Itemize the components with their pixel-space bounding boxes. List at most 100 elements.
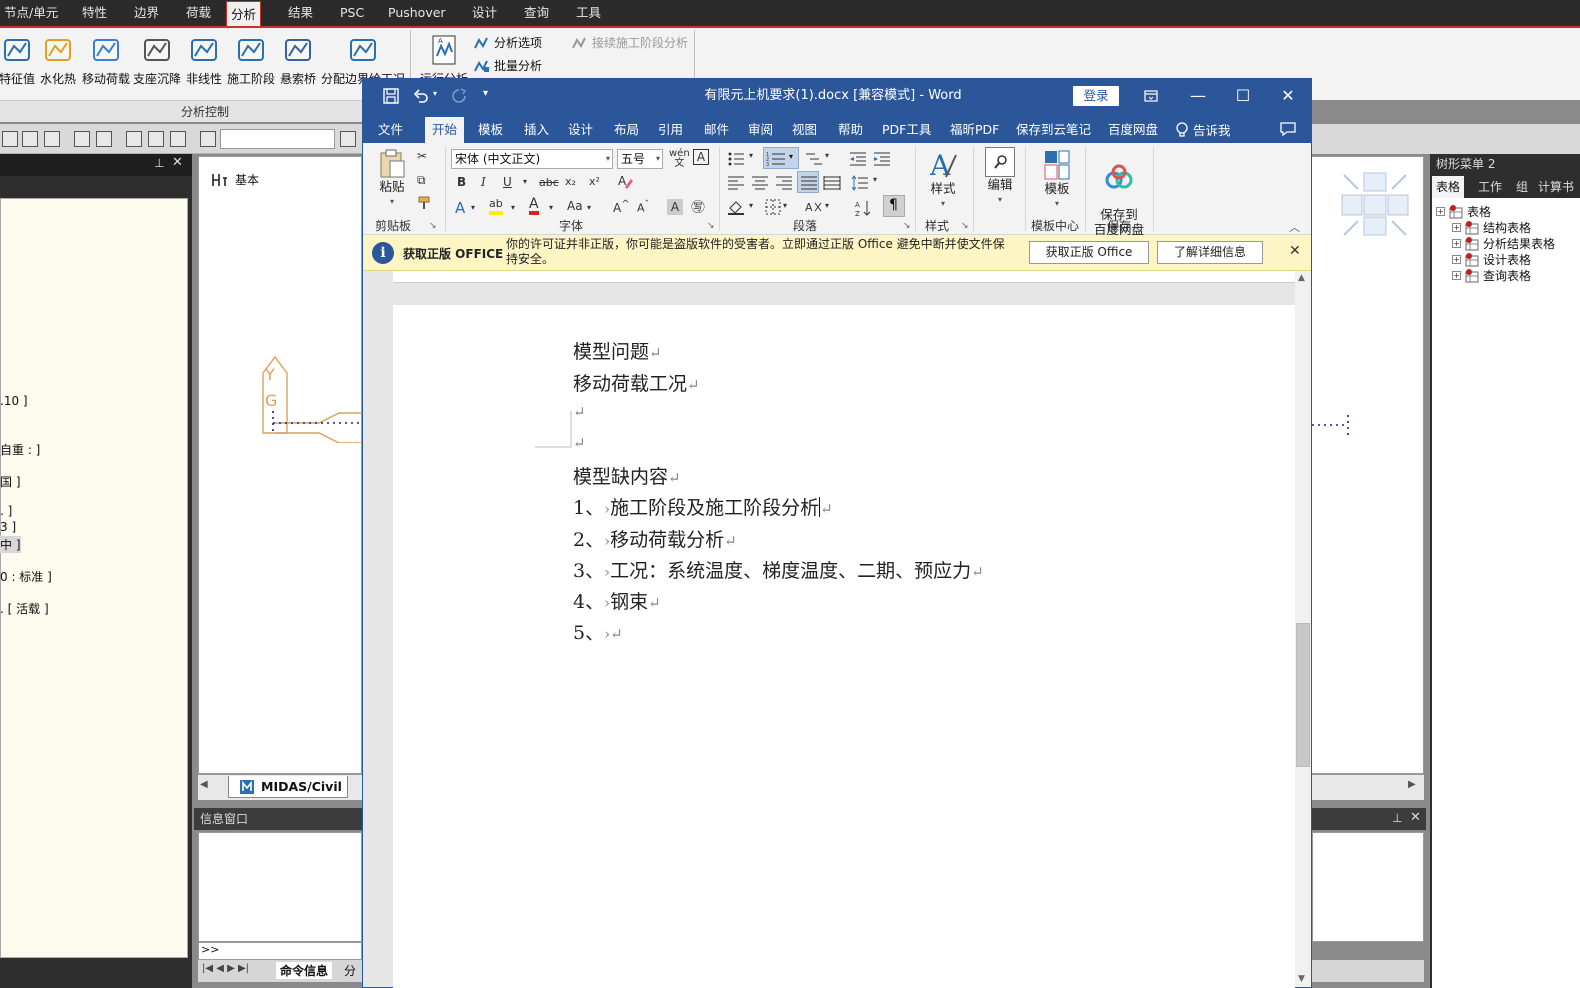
unselect-all-icon[interactable] <box>170 131 186 147</box>
right-tab-2[interactable]: 组 <box>1512 176 1532 198</box>
minimize-icon[interactable]: — <box>1175 79 1221 113</box>
midas-tab-8[interactable]: 设计 <box>468 0 501 26</box>
save-icon[interactable] <box>383 88 399 104</box>
word-tab-5[interactable]: 布局 <box>607 117 646 143</box>
midas-tab-0[interactable]: 节点/单元 <box>0 0 62 26</box>
expand-icon[interactable]: + <box>1452 255 1461 264</box>
font-color-icon[interactable]: A <box>529 197 539 215</box>
midas-tool-3[interactable]: 支座沉降 <box>132 32 182 98</box>
sort-icon[interactable]: AZ <box>855 199 873 217</box>
right-tab-3[interactable]: 计算书 <box>1534 176 1578 198</box>
view-cube-icon[interactable] <box>1340 171 1412 239</box>
cut-icon[interactable]: ✂ <box>417 149 427 163</box>
pin-icon[interactable]: ⊥ <box>1392 811 1402 825</box>
close-icon[interactable]: ✕ <box>1289 243 1301 259</box>
document-paragraph[interactable]: ↵ <box>573 400 586 422</box>
word-tab-9[interactable]: 视图 <box>785 117 824 143</box>
scroll-down-icon[interactable]: ▼ <box>1298 974 1305 984</box>
chevron-down-icon[interactable]: ▾ <box>825 151 829 160</box>
document-paragraph[interactable]: 模型缺内容↵ <box>573 462 681 489</box>
select-icon[interactable] <box>2 131 18 147</box>
document-paragraph[interactable]: 1、›施工阶段及施工阶段分析↵ <box>573 493 833 520</box>
pointer-icon[interactable] <box>200 131 216 147</box>
customize-qat-icon[interactable]: ▾ <box>483 88 488 99</box>
works-tree-item[interactable]: 自重 : ] <box>0 441 40 458</box>
superscript-icon[interactable]: x² <box>589 175 600 188</box>
document-paragraph[interactable]: 2、›移动荷载分析↵ <box>573 525 737 552</box>
chevron-down-icon[interactable]: ▾ <box>549 203 553 212</box>
document-paragraph[interactable]: 3、›工况：系统温度、梯度温度、二期、预应力↵ <box>573 556 984 583</box>
copy-icon[interactable]: ⧉ <box>417 173 426 188</box>
document-paragraph[interactable]: 4、›钢束↵ <box>573 587 661 614</box>
midas-tool-5[interactable]: 施工阶段 <box>226 32 276 98</box>
midas-tab-5[interactable]: 结果 <box>284 0 317 26</box>
font-size-combo[interactable]: 五号 ▾ <box>617 149 663 169</box>
increase-indent-icon[interactable] <box>873 151 891 167</box>
scroll-right-icon[interactable]: ▶ <box>1408 779 1416 790</box>
align-right-icon[interactable] <box>775 175 793 191</box>
close-icon[interactable]: ✕ <box>1265 79 1311 113</box>
collapse-ribbon-icon[interactable]: ︿ <box>1289 219 1300 235</box>
word-tab-1[interactable]: 开始 <box>425 117 465 143</box>
change-case-icon[interactable]: Aa <box>567 199 583 213</box>
grow-font-icon[interactable]: A^ <box>613 199 630 215</box>
close-icon[interactable]: ✕ <box>1410 810 1421 825</box>
tab-nav-icon[interactable]: |◀ ◀ ▶ ▶| <box>202 963 249 974</box>
chevron-down-icon[interactable]: ▾ <box>873 175 877 184</box>
maximize-icon[interactable]: ☐ <box>1220 79 1266 113</box>
align-left-icon[interactable] <box>727 175 745 191</box>
word-tab-8[interactable]: 审阅 <box>741 117 780 143</box>
undo-icon[interactable] <box>413 88 429 104</box>
tree-node[interactable]: + 结构表格 <box>1452 219 1531 236</box>
model-view[interactable]: 基本 Y G <box>198 156 363 774</box>
midas-civil-tab[interactable]: MIDAS/Civil <box>228 776 348 798</box>
scroll-up-icon[interactable]: ▲ <box>1298 273 1305 283</box>
continue-construction-stage-button[interactable]: 接续施工阶段分析 <box>572 34 688 51</box>
font-name-combo[interactable]: 宋体 (中文正文) ▾ <box>451 149 613 169</box>
enclose-char-icon[interactable]: ㊢ <box>691 197 705 217</box>
chevron-down-icon[interactable]: ▾ <box>749 151 753 160</box>
works-tree-item[interactable]: .10 ] <box>0 394 28 408</box>
polygon-select-icon[interactable] <box>44 131 60 147</box>
midas-tab-10[interactable]: 工具 <box>572 0 605 26</box>
close-icon[interactable]: ✕ <box>172 155 183 170</box>
login-button[interactable]: 登录 <box>1073 86 1119 106</box>
styles-button[interactable]: A 样式 ▾ <box>923 149 963 211</box>
midas-tab-2[interactable]: 边界 <box>130 0 163 26</box>
align-center-icon[interactable] <box>751 175 769 191</box>
midas-tab-6[interactable]: PSC <box>336 0 368 26</box>
pin-icon[interactable]: ⊥ <box>154 156 164 170</box>
filter-icon[interactable] <box>340 131 356 147</box>
numbering-button[interactable]: 123 ▾ <box>763 147 799 169</box>
batch-analysis-button[interactable]: 批量分析 <box>474 57 542 74</box>
justify-button[interactable] <box>797 171 819 193</box>
chevron-down-icon[interactable]: ▾ <box>825 201 829 210</box>
undo-dropdown-icon[interactable]: ▾ <box>433 89 437 98</box>
chinese-layout-icon[interactable]: A <box>805 199 823 215</box>
subscript-icon[interactable]: x₂ <box>565 175 576 188</box>
char-shading-icon[interactable]: A <box>667 199 683 215</box>
word-tab-10[interactable]: 帮助 <box>831 117 870 143</box>
italic-icon[interactable]: I <box>481 175 486 189</box>
word-tab-2[interactable]: 模板 <box>471 117 510 143</box>
borders-icon[interactable] <box>765 199 781 215</box>
dialog-launcher-icon[interactable]: ↘ <box>429 221 437 231</box>
word-tab-12[interactable]: 福昕PDF <box>943 117 1006 143</box>
ribbon-display-icon[interactable] <box>1128 79 1174 113</box>
midas-tool-1[interactable]: 水化热 <box>36 32 80 98</box>
distributed-icon[interactable] <box>823 175 841 191</box>
format-painter-icon[interactable] <box>417 195 433 211</box>
document-page[interactable]: 模型问题↵ 移动荷载工况↵ ↵ ↵ 模型缺内容↵ 1、›施工阶段及施工阶段分析↵ 2、›移动… <box>393 305 1295 988</box>
word-tab-7[interactable]: 邮件 <box>697 117 736 143</box>
pan-icon[interactable] <box>96 131 112 147</box>
word-tab-13[interactable]: 保存到云笔记 <box>1009 117 1098 143</box>
learn-more-button[interactable]: 了解详细信息 <box>1157 241 1263 264</box>
chevron-down-icon[interactable]: ▾ <box>511 203 515 212</box>
get-genuine-office-button[interactable]: 获取正版 Office <box>1029 241 1149 264</box>
midas-tab-7[interactable]: Pushover <box>384 0 450 26</box>
zoom-icon[interactable] <box>74 131 90 147</box>
tell-me-box[interactable]: 告诉我 <box>1175 120 1231 139</box>
phonetic-guide-icon[interactable]: wén 文 <box>669 149 690 169</box>
works-tree-item[interactable]: . [ 活载 ] <box>0 600 49 617</box>
word-tab-0[interactable]: 文件 <box>371 117 410 143</box>
